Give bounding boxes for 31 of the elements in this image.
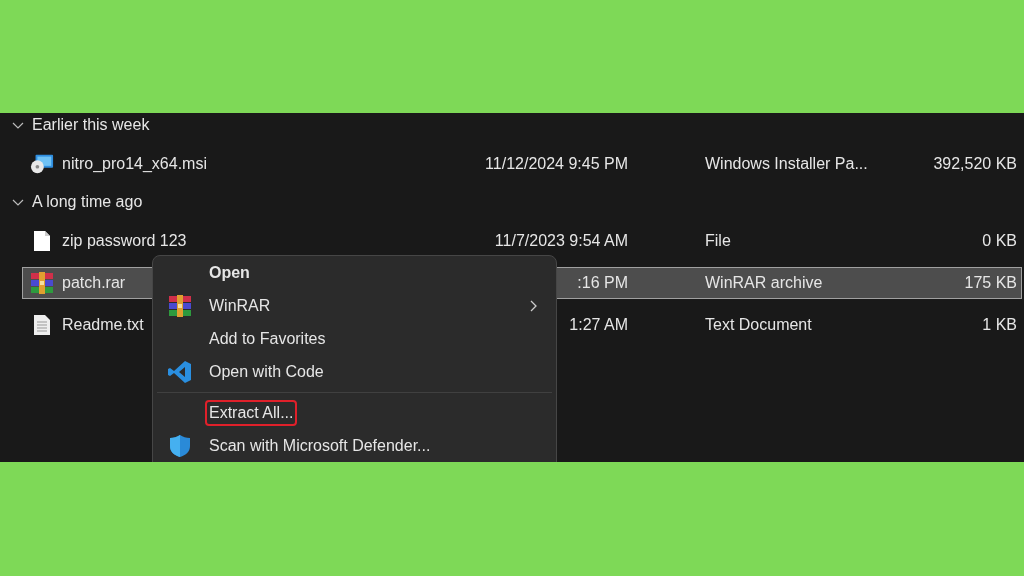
installer-icon: [30, 153, 54, 175]
file-size: 0 KB: [981, 232, 1018, 250]
group-header[interactable]: Earlier this week: [32, 116, 150, 134]
file-name[interactable]: Readme.txt: [62, 316, 144, 334]
file-icon: [33, 230, 51, 252]
archive-icon: [30, 272, 54, 294]
menu-item[interactable]: Scan with Microsoft Defender...: [157, 429, 552, 462]
file-type: File: [705, 232, 732, 250]
menu-item[interactable]: Open with Code: [157, 355, 552, 388]
file-type: Text Document: [705, 316, 813, 334]
date-modified: 11/12/2024 9:45 PM: [484, 155, 628, 173]
shield-icon: [169, 433, 191, 458]
file-type: Windows Installer Pa...: [705, 155, 869, 173]
menu-item[interactable]: Open: [157, 256, 552, 289]
menu-item[interactable]: Add to Favorites: [157, 322, 552, 355]
date-modified: 11/7/2023 9:54 AM: [493, 232, 628, 250]
file-size: 175 KB: [963, 274, 1018, 292]
menu-item[interactable]: WinRAR: [157, 289, 552, 322]
date-modified: 1:27 AM: [568, 316, 628, 334]
file-name[interactable]: patch.rar: [62, 274, 126, 292]
archive-icon: [168, 294, 192, 317]
text-file-icon: [33, 314, 51, 336]
file-name[interactable]: nitro_pro14_x64.msi: [62, 155, 207, 173]
menu-item[interactable]: Extract All...: [157, 396, 552, 429]
file-size: 1 KB: [981, 316, 1018, 334]
file-type: WinRAR archive: [705, 274, 824, 292]
file-size: 392,520 KB: [932, 155, 1018, 173]
group-header[interactable]: A long time ago: [32, 193, 143, 211]
code-editor-icon: [168, 359, 192, 384]
file-name[interactable]: zip password 123: [62, 232, 187, 250]
date-modified: :16 PM: [576, 274, 628, 292]
